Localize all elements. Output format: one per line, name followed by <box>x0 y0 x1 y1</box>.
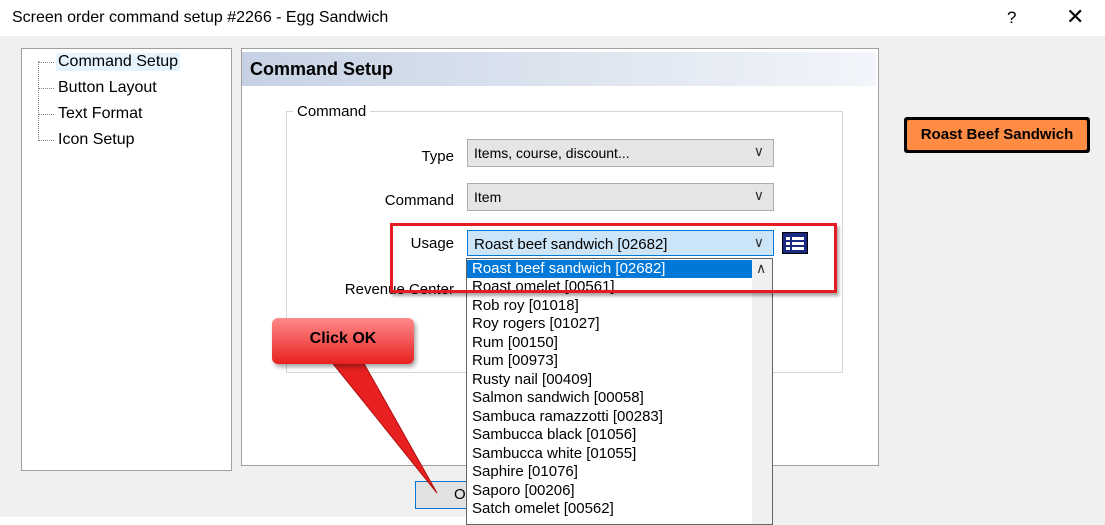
dialog-window: Screen order command setup #2266 - Egg S… <box>0 0 1105 525</box>
callout-pointer <box>328 359 438 494</box>
callout-text: Click OK <box>309 330 377 347</box>
click-ok-callout: Click OK <box>272 318 414 364</box>
